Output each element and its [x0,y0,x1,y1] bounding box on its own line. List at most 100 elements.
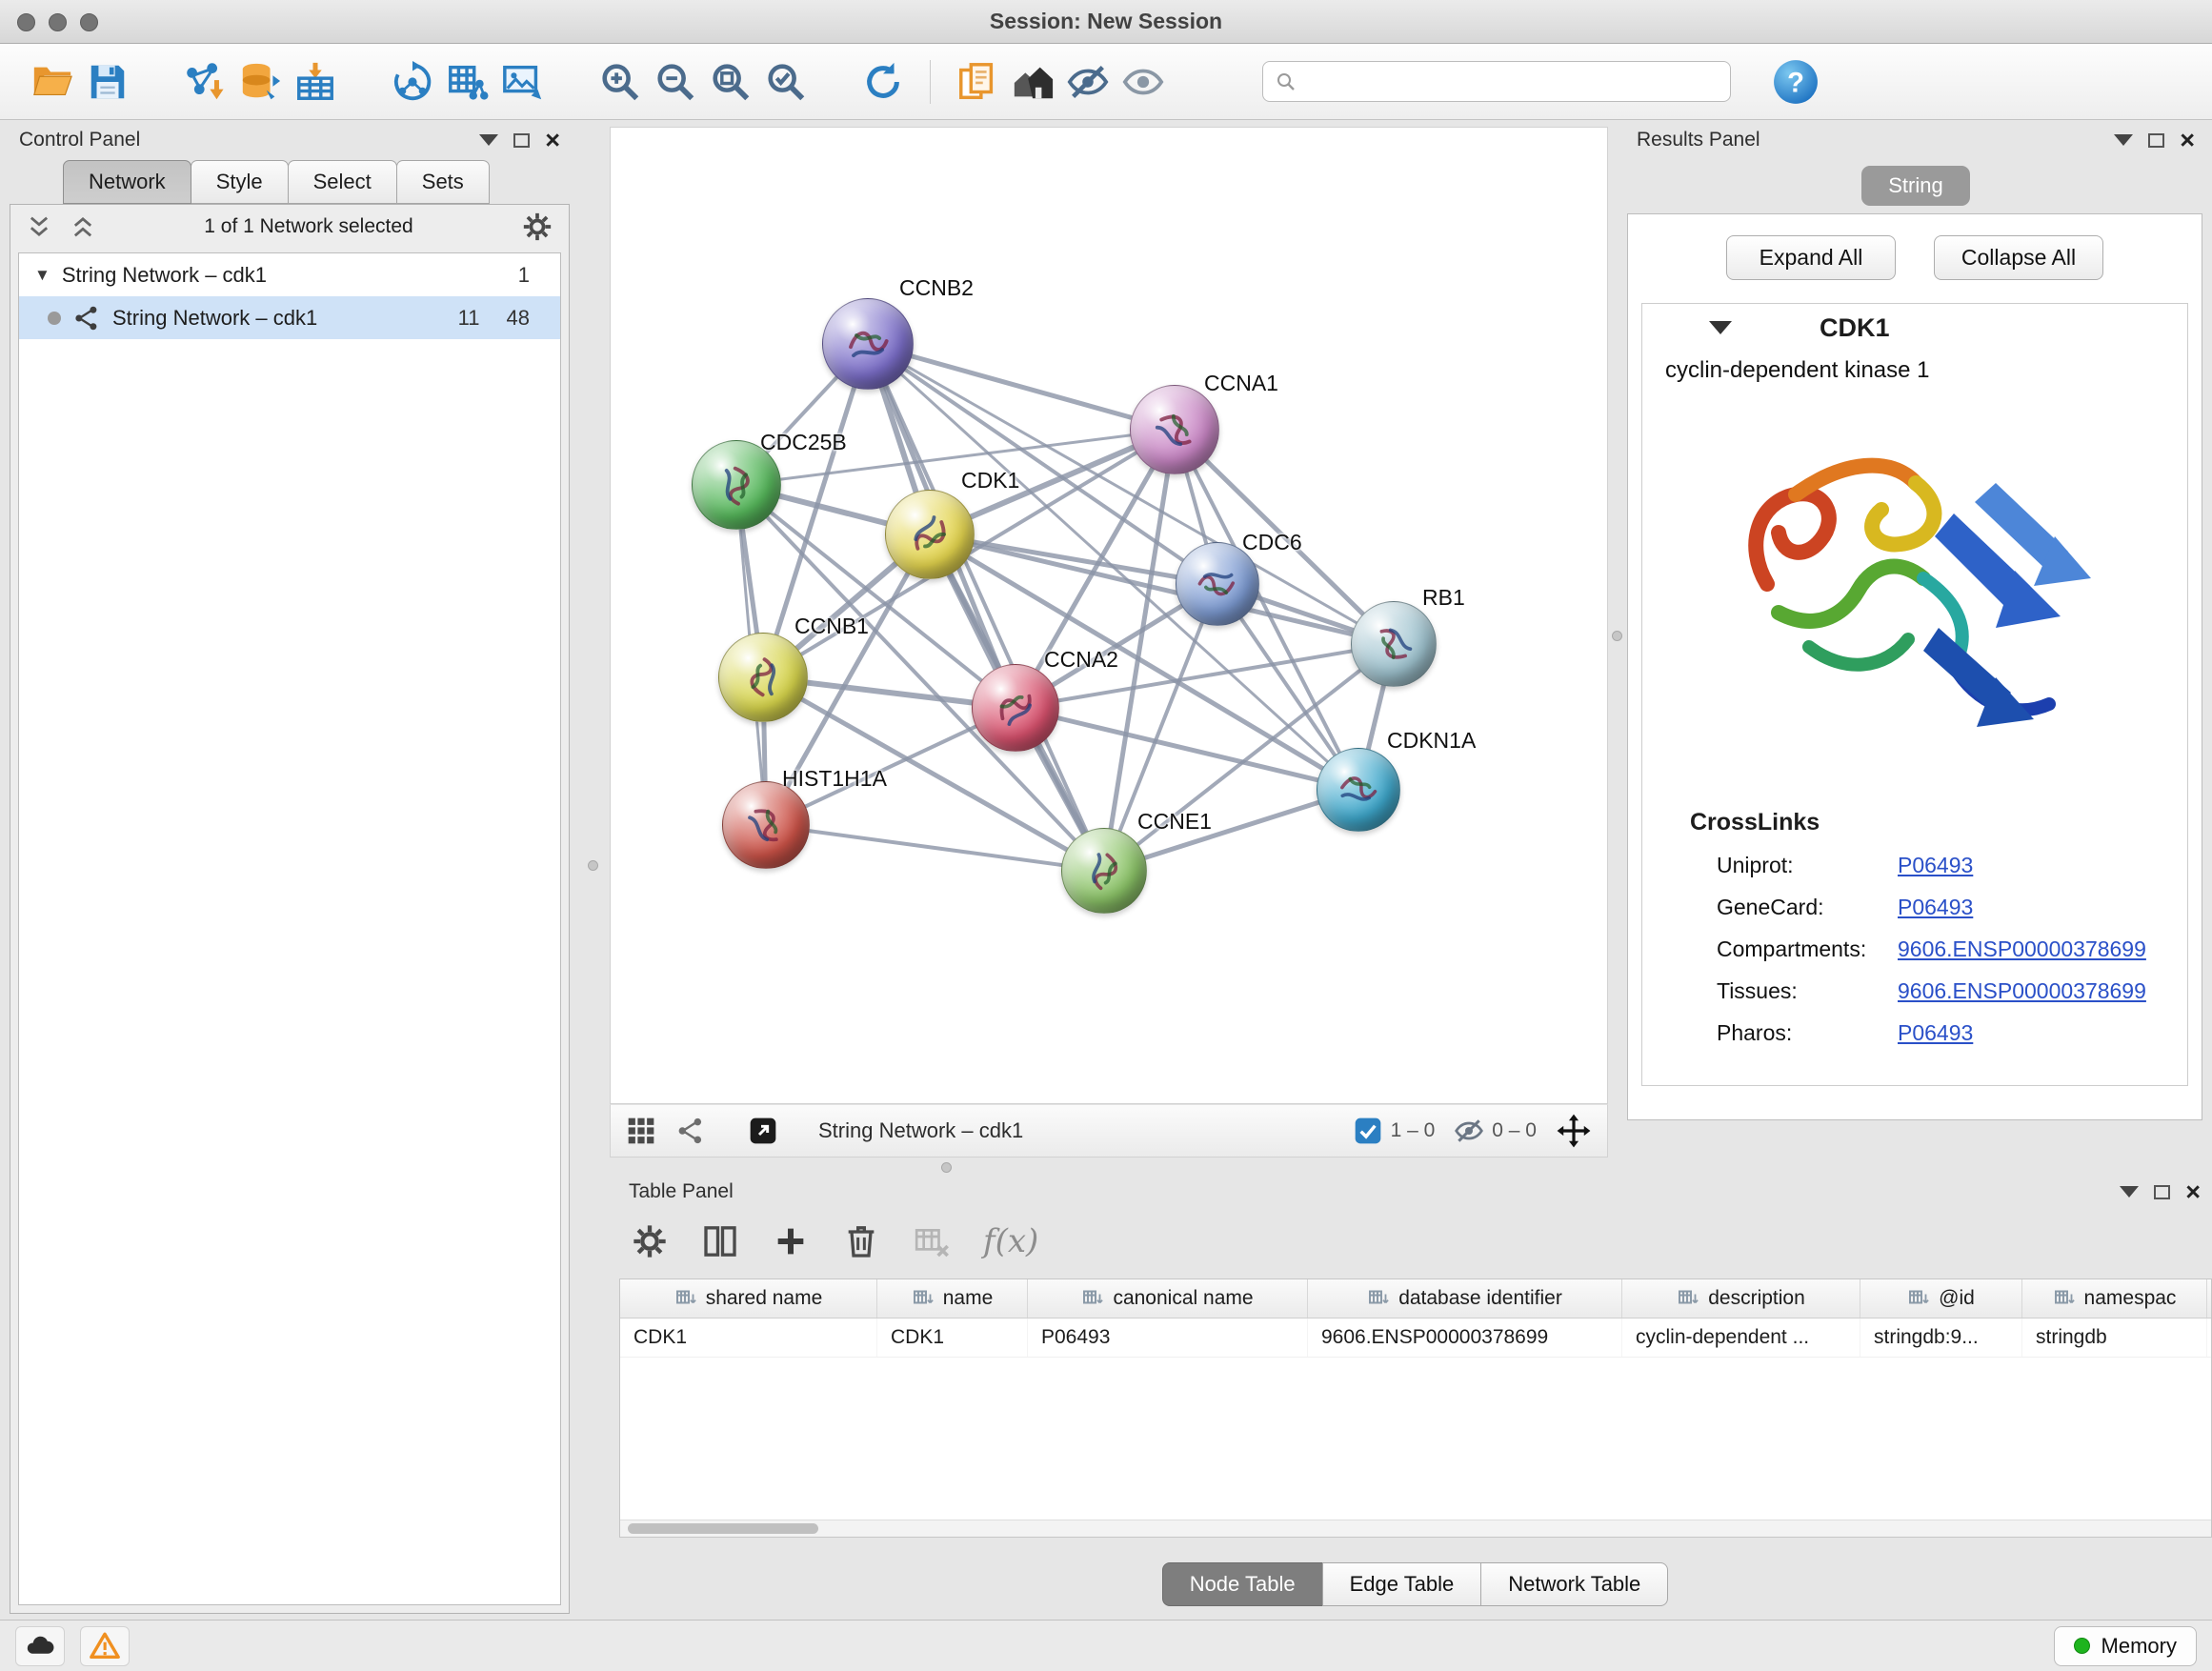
table-cell[interactable]: stringdb [2022,1319,2207,1357]
collapse-all-button[interactable]: Collapse All [1934,235,2103,280]
panel-close-icon[interactable]: × [2180,128,2195,153]
network-node-ccnb1[interactable] [718,633,808,722]
apply-layout-button[interactable] [385,54,440,110]
minimize-window-button[interactable] [49,13,67,31]
tab-select[interactable]: Select [288,160,397,204]
splitter-handle[interactable] [941,1162,952,1173]
crosslink-link[interactable]: P06493 [1898,895,1973,919]
show-columns-icon[interactable] [701,1222,739,1260]
collapse-all-icon[interactable] [26,213,52,240]
import-table-button[interactable] [288,54,343,110]
expand-all-icon[interactable] [70,213,96,240]
network-node-ccna1[interactable] [1130,385,1219,474]
search-input[interactable] [1307,70,1719,93]
open-session-button[interactable] [25,54,80,110]
splitter-handle[interactable] [588,860,598,871]
column-header--id[interactable]: @id [1860,1279,2022,1318]
import-network-database-button[interactable] [232,54,288,110]
copy-button[interactable] [950,54,1005,110]
tab-style[interactable]: Style [191,160,289,204]
memory-button[interactable]: Memory [2054,1626,2197,1666]
zoom-fit-button[interactable] [703,54,758,110]
grid-view-icon[interactable] [626,1116,656,1146]
network-collection-row[interactable]: ▼ String Network – cdk1 1 [19,253,560,296]
import-network-file-button[interactable] [177,54,232,110]
network-view-icon[interactable] [675,1116,706,1146]
collection-disclosure-icon[interactable]: ▼ [34,266,50,285]
section-disclosure-icon[interactable] [1709,321,1732,334]
crosslink-link[interactable]: 9606.ENSP00000378699 [1898,936,2146,961]
panel-menu-icon[interactable] [479,134,498,146]
export-image-button[interactable] [495,54,551,110]
table-cell[interactable]: CDK1 [877,1319,1028,1357]
pan-mode-button[interactable] [1556,1113,1592,1149]
column-header-canonical-name[interactable]: canonical name [1028,1279,1308,1318]
panel-float-icon[interactable] [2154,1185,2170,1199]
table-data-row[interactable]: CDK1CDK1P064939606.ENSP00000378699cyclin… [620,1319,2211,1358]
network-node-rb1[interactable] [1351,601,1437,687]
tab-node-table[interactable]: Node Table [1162,1562,1323,1606]
network-node-cdkn1a[interactable] [1317,748,1400,832]
refresh-view-button[interactable] [855,54,911,110]
tab-string[interactable]: String [1861,166,1970,206]
tab-sets[interactable]: Sets [396,160,490,204]
table-cell[interactable]: cyclin-dependent ... [1622,1319,1860,1357]
panel-float-icon[interactable] [513,133,530,148]
table-settings-gear-icon[interactable] [631,1222,669,1260]
network-canvas[interactable]: CCNB2CCNA1CDC25BCDK1CDC6RB1CCNB1CCNA2CDK… [610,127,1608,1104]
table-cell[interactable]: 9606.ENSP00000378699 [1308,1319,1622,1357]
panel-menu-icon[interactable] [2120,1186,2139,1198]
selected-checkbox-icon[interactable] [1353,1116,1383,1146]
table-cell[interactable]: P06493 [1028,1319,1308,1357]
column-header-description[interactable]: description [1622,1279,1860,1318]
network-row-selected[interactable]: String Network – cdk1 11 48 [19,296,560,339]
column-header-database-identifier[interactable]: database identifier [1308,1279,1622,1318]
crosslink-link[interactable]: P06493 [1898,853,1973,877]
table-horizontal-scrollbar[interactable] [620,1520,2211,1537]
panel-close-icon[interactable]: × [2185,1179,2201,1205]
expand-all-button[interactable]: Expand All [1726,235,1896,280]
protein-section-header[interactable]: CDK1 [1642,304,2187,352]
zoom-in-button[interactable] [593,54,648,110]
save-session-button[interactable] [80,54,135,110]
zoom-window-button[interactable] [80,13,98,31]
network-icon [72,304,101,332]
tab-network-table[interactable]: Network Table [1480,1562,1668,1606]
panel-menu-icon[interactable] [2114,134,2133,146]
tab-network[interactable]: Network [63,160,191,204]
network-node-ccne1[interactable] [1061,828,1147,914]
cloud-status-button[interactable] [15,1626,65,1666]
show-all-button[interactable] [1116,54,1171,110]
crosslink-link[interactable]: P06493 [1898,1020,1973,1045]
network-node-cdk1[interactable] [885,490,975,579]
scrollbar-thumb[interactable] [628,1523,818,1534]
network-options-button[interactable] [521,211,553,243]
close-window-button[interactable] [17,13,35,31]
zoom-out-button[interactable] [648,54,703,110]
network-from-table-button[interactable] [440,54,495,110]
hidden-eye-icon[interactable] [1454,1116,1484,1146]
zoom-selected-button[interactable] [758,54,814,110]
table-cell[interactable]: CDK1 [620,1319,877,1357]
warnings-button[interactable] [80,1626,130,1666]
column-header-shared-name[interactable]: shared name [620,1279,877,1318]
hide-selected-button[interactable] [1060,54,1116,110]
column-header-name[interactable]: name [877,1279,1028,1318]
table-cell[interactable]: stringdb:9... [1860,1319,2022,1357]
splitter-handle[interactable] [1612,631,1622,641]
network-node-ccnb2[interactable] [822,298,914,390]
network-node-ccna2[interactable] [972,664,1059,752]
function-builder-icon[interactable]: f(x) [983,1222,1038,1260]
delete-column-icon[interactable] [842,1222,880,1260]
panel-float-icon[interactable] [2148,133,2164,148]
tab-edge-table[interactable]: Edge Table [1322,1562,1482,1606]
crosslink-link[interactable]: 9606.ENSP00000378699 [1898,978,2146,1003]
panel-close-icon[interactable]: × [545,128,560,153]
toolbar-search[interactable] [1262,61,1731,102]
add-column-icon[interactable] [772,1222,810,1260]
detach-view-icon[interactable] [748,1116,778,1146]
help-button[interactable]: ? [1771,57,1820,107]
network-node-hist1h1a[interactable] [722,781,810,869]
first-neighbors-button[interactable] [1005,54,1060,110]
column-header-namespac[interactable]: namespac [2022,1279,2207,1318]
